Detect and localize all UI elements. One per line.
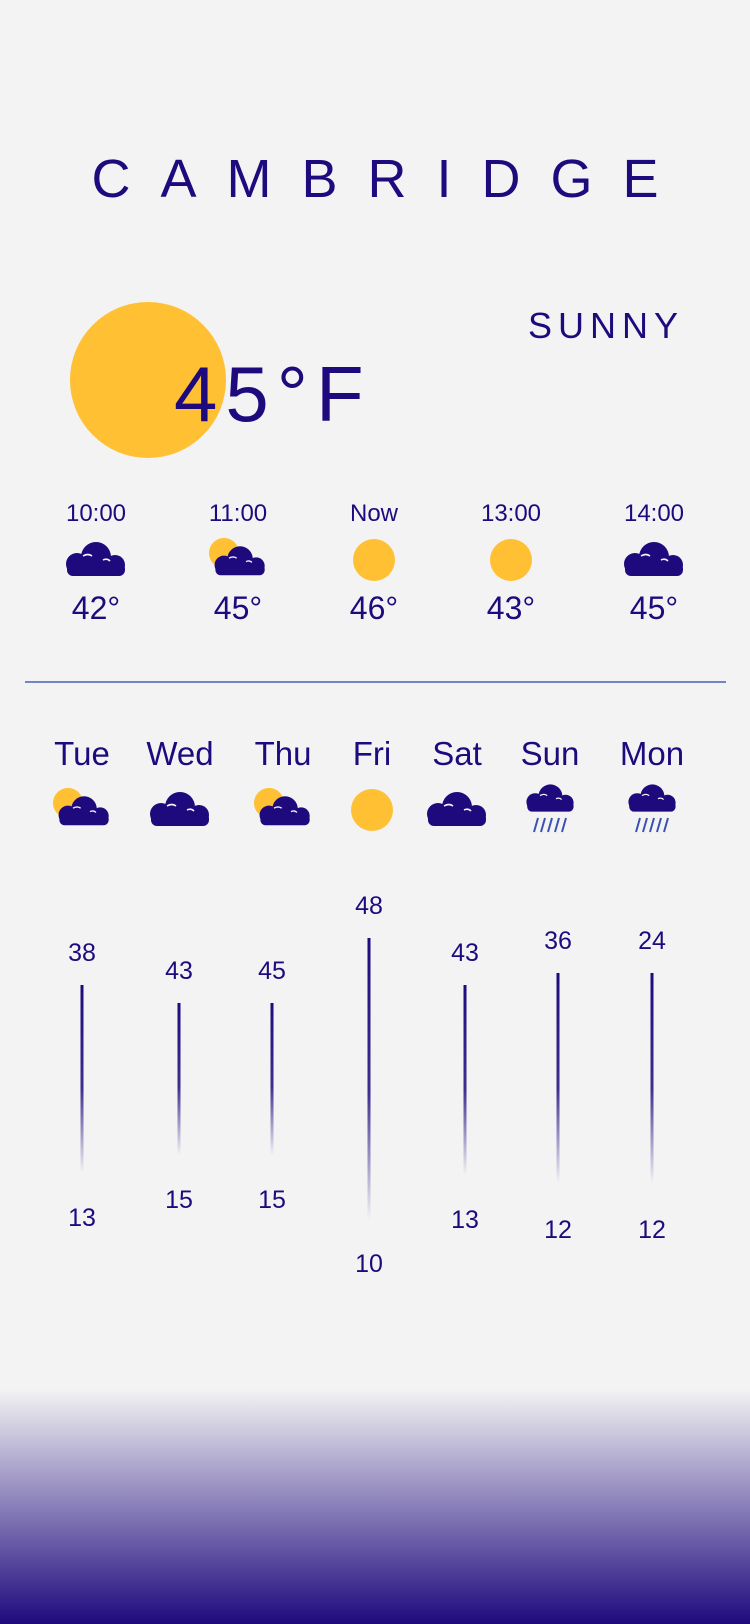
hour-time: 11:00 [208,500,268,527]
range-bar-tue: 38 13 [68,939,96,1232]
day-item[interactable]: Thu [233,735,333,840]
range-bar [556,973,560,1183]
rain-icon [500,780,600,840]
low-label: 10 [355,1250,383,1278]
weather-condition: SUNNY [527,305,684,346]
hour-temp: 43° [486,590,536,626]
day-item[interactable]: Sat [407,735,507,840]
partly-cloudy-icon [178,530,298,590]
cloud-icon [407,780,507,840]
hourly-forecast: 10:00 42° 11:00 45° Now 46° 13:00 43° 14… [0,500,750,640]
hour-item[interactable]: 14:00 45° [594,500,714,627]
hour-temp: 46° [349,590,399,626]
cloud-icon [594,530,714,590]
range-bar-sat: 43 13 [451,939,479,1234]
low-label: 12 [544,1216,572,1244]
cloud-icon [36,530,156,590]
hour-time: 13:00 [480,500,542,527]
hour-time: 14:00 [623,500,685,527]
hour-item[interactable]: 13:00 43° [451,500,571,627]
range-bar-wed: 43 15 [165,957,193,1214]
day-item[interactable]: Sun [500,735,600,840]
day-item[interactable]: Tue [32,735,132,840]
day-name: Thu [254,735,312,772]
low-label: 13 [451,1206,479,1234]
current-temperature: 45°F [174,350,372,438]
day-item[interactable]: Wed [130,735,230,840]
hour-item[interactable]: 10:00 42° [36,500,156,627]
day-item[interactable]: Mon [602,735,702,840]
low-label: 13 [68,1204,96,1232]
bottom-gradient [0,1389,750,1624]
range-bar-fri: 48 10 [355,892,383,1278]
hour-time: Now [349,500,398,527]
low-label: 15 [258,1186,286,1214]
hour-temp: 45° [629,590,679,626]
hour-item[interactable]: 11:00 45° [178,500,298,627]
high-label: 24 [638,927,666,955]
rain-icon [602,780,702,840]
hour-temp: 42° [71,590,121,626]
high-label: 38 [68,939,96,967]
day-name: Wed [146,735,214,772]
range-bar-thu: 45 15 [258,957,286,1214]
low-label: 15 [165,1186,193,1214]
day-name: Sun [520,735,580,772]
low-label: 12 [638,1216,666,1244]
sun-icon [451,530,571,590]
hour-item[interactable]: Now 46° [314,500,434,627]
high-label: 43 [165,957,193,985]
daily-forecast: Tue Wed Thu Fri Sat Sun Mon 38 13 43 15 … [0,735,750,1295]
high-label: 43 [451,939,479,967]
range-bar [270,1003,274,1155]
partly-cloudy-icon [233,780,333,840]
hour-temp: 45° [213,590,263,626]
high-label: 48 [355,892,383,920]
day-name: Sat [432,735,482,772]
hour-time: 10:00 [65,500,127,527]
range-bar-mon: 24 12 [638,927,666,1244]
partly-cloudy-icon [32,780,132,840]
range-bar [650,973,654,1183]
day-name: Tue [54,735,110,772]
range-bar [177,1003,181,1155]
high-label: 36 [544,927,572,955]
range-bar-sun: 36 12 [544,927,572,1244]
sun-icon [314,530,434,590]
day-name: Mon [619,735,685,772]
range-bar [80,985,84,1173]
range-bar [463,985,467,1175]
range-bar [367,938,371,1220]
divider [25,681,726,683]
city-title: CAMBRIDGE [91,149,689,209]
high-label: 45 [258,957,286,985]
cloud-icon [130,780,230,840]
